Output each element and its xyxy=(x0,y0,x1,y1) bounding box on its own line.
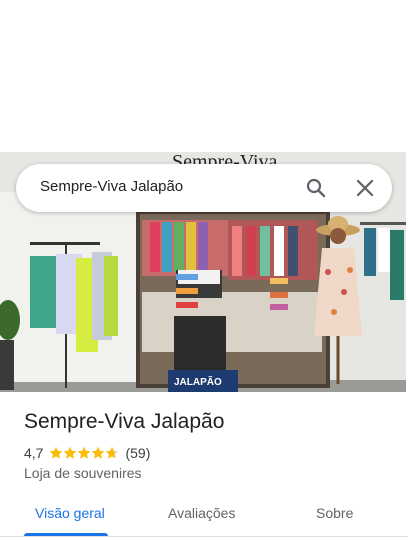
star-icon xyxy=(64,446,77,459)
tab-reviews[interactable]: Avaliações xyxy=(168,505,235,521)
place-category[interactable]: Loja de souvenires xyxy=(24,465,142,481)
license-plate-text: JALAPÃO xyxy=(174,375,222,388)
rating-row[interactable]: 4,7 (59) xyxy=(24,444,150,462)
rating-value: 4,7 xyxy=(24,445,44,461)
place-title: Sempre-Viva Jalapão xyxy=(24,410,225,433)
star-icon xyxy=(106,446,119,459)
rating-stars xyxy=(49,446,119,460)
search-bar[interactable]: Sempre-Viva Jalapão xyxy=(16,164,392,212)
search-icon[interactable] xyxy=(304,176,328,200)
star-icon xyxy=(78,446,91,459)
close-icon[interactable] xyxy=(353,176,377,200)
star-icon xyxy=(92,446,105,459)
tab-divider xyxy=(0,536,408,537)
tab-overview[interactable]: Visão geral xyxy=(35,505,105,521)
tab-about[interactable]: Sobre xyxy=(316,505,353,521)
search-query[interactable]: Sempre-Viva Jalapão xyxy=(40,178,183,195)
tab-bar: Visão geral Avaliações Sobre xyxy=(0,496,408,544)
star-icon xyxy=(50,446,63,459)
review-count[interactable]: (59) xyxy=(125,445,150,461)
